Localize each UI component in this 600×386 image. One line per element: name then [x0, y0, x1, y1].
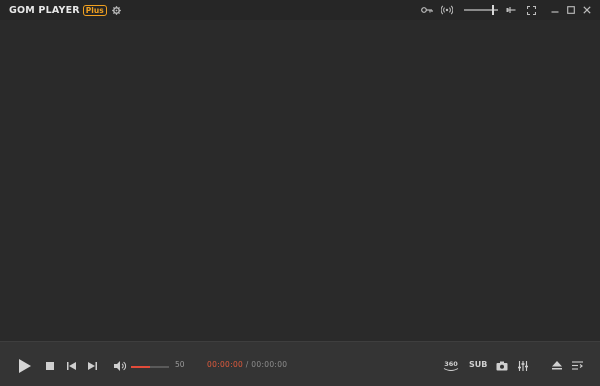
plus-badge: Plus	[82, 4, 107, 16]
stop-button[interactable]	[45, 361, 55, 371]
playlist-button[interactable]	[571, 360, 583, 371]
total-time: 00:00:00	[251, 360, 288, 369]
opacity-slider[interactable]	[464, 4, 498, 16]
gear-icon[interactable]	[112, 5, 122, 15]
volume-icon[interactable]	[113, 360, 127, 372]
360-label: 360	[444, 360, 458, 368]
previous-button[interactable]	[66, 361, 77, 371]
volume-slider-fill	[131, 366, 150, 368]
volume-value: 50	[175, 360, 185, 369]
equalizer-button[interactable]	[517, 360, 529, 371]
volume-slider[interactable]	[131, 366, 169, 368]
screenshot-button[interactable]	[495, 360, 508, 371]
play-button[interactable]	[16, 357, 34, 375]
fullscreen-icon[interactable]	[524, 3, 538, 17]
app-name: GOM PLAYER	[9, 4, 80, 16]
control-bar: 50 00:00:00 / 00:00:00 360 SUB	[0, 341, 600, 386]
next-button[interactable]	[87, 361, 98, 371]
time-display: 00:00:00 / 00:00:00	[207, 360, 287, 369]
time-separator: /	[245, 360, 249, 369]
key-icon[interactable]	[420, 3, 434, 17]
app-brand: GOM PLAYER Plus	[9, 4, 122, 16]
broadcast-icon[interactable]	[440, 3, 454, 17]
video-display-area[interactable]	[0, 20, 600, 341]
opacity-slider-knob[interactable]	[491, 5, 494, 15]
360-arc-icon	[443, 368, 459, 371]
360-button[interactable]: 360	[440, 356, 462, 376]
minimize-icon[interactable]	[548, 3, 562, 17]
eject-button[interactable]	[551, 360, 563, 371]
pin-icon[interactable]	[504, 3, 518, 17]
title-bar: GOM PLAYER Plus	[0, 0, 600, 20]
current-time: 00:00:00	[207, 360, 244, 369]
close-icon[interactable]	[580, 3, 594, 17]
subtitle-button[interactable]: SUB	[469, 360, 487, 369]
maximize-icon[interactable]	[564, 3, 578, 17]
window-controls	[420, 0, 594, 20]
